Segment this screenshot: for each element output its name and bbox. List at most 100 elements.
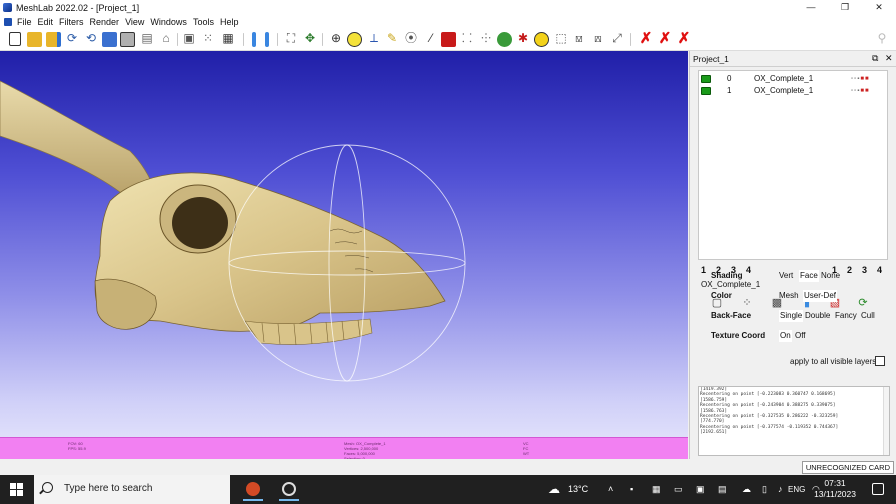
shading-vert-option[interactable]: Vert xyxy=(779,270,793,282)
weather-icon[interactable]: ☁ xyxy=(548,482,560,496)
mesh-info-icon[interactable]: ⛶ xyxy=(283,31,299,46)
texcoord-row: Texture Coord On Off xyxy=(711,330,891,342)
clock-time: 07:31 xyxy=(824,478,846,488)
raster-icon[interactable]: ⌂ xyxy=(158,31,174,46)
delete-vertices-icon[interactable]: ⟏ xyxy=(571,31,587,46)
restore-button[interactable]: ❐ xyxy=(828,0,862,15)
menu-view[interactable]: View xyxy=(122,15,147,29)
color-label: Color xyxy=(711,291,732,300)
windows-start-icon[interactable] xyxy=(10,483,24,497)
float-panel-button[interactable]: ⧉ xyxy=(872,53,878,64)
menu-render[interactable]: Render xyxy=(87,15,123,29)
invert-selection-icon[interactable]: ⤢ xyxy=(609,31,625,46)
brush-icon[interactable]: ⁄ xyxy=(423,31,439,46)
tray-chevron-icon[interactable]: ˄ xyxy=(608,484,613,494)
menu-tools[interactable]: Tools xyxy=(190,15,217,29)
delete-selection-icon[interactable]: ✗ xyxy=(638,31,654,46)
star-icon[interactable]: ✱ xyxy=(515,31,531,46)
search-toolbar-icon[interactable]: ⚲ xyxy=(874,31,890,46)
bbox-icon[interactable]: ▣ xyxy=(181,31,197,46)
reload-icon[interactable]: ⟳ xyxy=(64,31,80,46)
taskbar-app-meshlab[interactable] xyxy=(276,478,302,501)
tray-app-3-icon[interactable]: ▭ xyxy=(674,484,683,495)
color-userdef-option[interactable]: User-Def xyxy=(803,290,838,302)
visibility-eye-icon[interactable] xyxy=(701,87,711,95)
pick-point-icon[interactable]: ⦿ xyxy=(403,31,419,46)
panel-header: Project_1 ⧉ ✕ xyxy=(690,51,896,67)
onedrive-icon[interactable]: ☁ xyxy=(742,484,751,495)
toolbar-separator xyxy=(322,33,323,46)
wireframe-icon[interactable]: ▦ xyxy=(220,31,236,46)
menu-windows[interactable]: Windows xyxy=(147,15,190,29)
eye-socket xyxy=(172,197,228,249)
light-2-icon[interactable] xyxy=(265,32,269,47)
select-icon[interactable]: ⊕ xyxy=(328,31,344,46)
reload-all-icon[interactable]: ⟲ xyxy=(83,31,99,46)
close-button[interactable]: ✕ xyxy=(862,0,896,15)
align-icon[interactable]: ✥ xyxy=(302,31,318,46)
menu-app-icon xyxy=(4,18,12,26)
notifications-icon[interactable] xyxy=(872,483,884,495)
shading-face-option[interactable]: Face xyxy=(799,270,819,282)
menu-bar: File Edit Filters Render View Windows To… xyxy=(0,15,896,29)
tray-app-1-icon[interactable]: ▪ xyxy=(630,484,633,494)
tray-app-2-icon[interactable]: ▦ xyxy=(652,484,661,495)
delete-faces-cross-icon[interactable]: ✗ xyxy=(676,31,692,46)
new-project-icon[interactable] xyxy=(9,32,21,46)
measure-icon[interactable]: ⟂ xyxy=(366,31,382,46)
title-bar: MeshLab 2022.02 - [Project_1] — ❐ ✕ xyxy=(0,0,896,15)
texcoord-off-option[interactable]: Off xyxy=(795,330,806,342)
taskbar-app-powerpoint[interactable] xyxy=(240,478,266,501)
open-project-icon[interactable] xyxy=(27,32,42,47)
weather-temp[interactable]: 13°C xyxy=(568,484,588,494)
texcoord-on-option[interactable]: On xyxy=(779,330,792,342)
select-faces-icon[interactable]: ⸭ xyxy=(478,31,494,46)
select-region-icon[interactable]: ⬚ xyxy=(553,31,569,46)
backface-cull-option[interactable]: Cull xyxy=(861,310,875,322)
language-indicator[interactable]: ENG xyxy=(788,485,805,494)
paint-icon[interactable]: ✎ xyxy=(384,31,400,46)
layer-row[interactable]: 0 OX_Complete_1 ▫▫▪■■ xyxy=(699,73,887,85)
points-icon[interactable]: ⁙ xyxy=(200,31,216,46)
shading-none-option[interactable]: None xyxy=(821,270,840,282)
backface-fancy-option[interactable]: Fancy xyxy=(835,310,857,322)
network-icon[interactable]: ▯ xyxy=(762,484,767,495)
tray-app-4-icon[interactable]: ▣ xyxy=(696,484,705,495)
menu-file[interactable]: File xyxy=(14,15,35,29)
color-icon[interactable] xyxy=(497,32,512,47)
snapshot-icon[interactable] xyxy=(120,32,135,47)
delete-vertices-cross-icon[interactable]: ✗ xyxy=(657,31,673,46)
minimize-button[interactable]: — xyxy=(794,0,828,15)
menu-edit[interactable]: Edit xyxy=(35,15,57,29)
apply-all-checkbox[interactable] xyxy=(875,356,885,366)
volume-icon[interactable]: ♪ xyxy=(778,484,783,494)
close-panel-button[interactable]: ✕ xyxy=(885,53,893,64)
taskbar-clock[interactable]: 07:31 13/11/2023 xyxy=(814,478,856,500)
layer-row[interactable]: 1 OX_Complete_1 ▫▫▪■■ xyxy=(699,85,887,97)
texture-icon[interactable] xyxy=(441,32,456,47)
light-icon[interactable] xyxy=(252,32,256,47)
visibility-eye-icon[interactable] xyxy=(701,75,711,83)
menu-filters[interactable]: Filters xyxy=(56,15,87,29)
save-icon[interactable] xyxy=(102,32,117,47)
annotate-icon[interactable] xyxy=(347,32,362,47)
view-1-button[interactable]: 1 xyxy=(696,265,711,275)
layer-list: 0 OX_Complete_1 ▫▫▪■■ 1 OX_Complete_1 ▫▫… xyxy=(698,70,888,260)
tray-app-5-icon[interactable]: ▤ xyxy=(718,484,727,495)
meshlab-app: MeshLab 2022.02 - [Project_1] — ❐ ✕ File… xyxy=(0,0,896,504)
layers-icon[interactable]: ▤ xyxy=(139,31,155,46)
menu-help[interactable]: Help xyxy=(217,15,242,29)
project-title: Project_1 xyxy=(693,54,729,64)
import-mesh-icon[interactable] xyxy=(46,32,61,47)
select-vertices-icon[interactable]: ⸬ xyxy=(459,31,475,46)
windows-taskbar: Type here to search ☁ 13°C ˄ ▪ ▦ ▭ ▣ ▤ ☁… xyxy=(0,475,896,504)
log-window[interactable]: [1419.392] Recentering on point [-0.2230… xyxy=(698,386,890,456)
delete-faces-icon[interactable]: ⟎ xyxy=(590,31,606,46)
backface-single-option[interactable]: Single xyxy=(779,310,804,322)
color-mesh-option[interactable]: Mesh xyxy=(779,290,799,302)
taskbar-search[interactable]: Type here to search xyxy=(34,475,230,504)
3d-viewport[interactable] xyxy=(0,51,688,459)
log-scrollbar[interactable] xyxy=(883,387,889,455)
backface-double-option[interactable]: Double xyxy=(805,310,830,322)
info-icon[interactable] xyxy=(534,32,549,47)
